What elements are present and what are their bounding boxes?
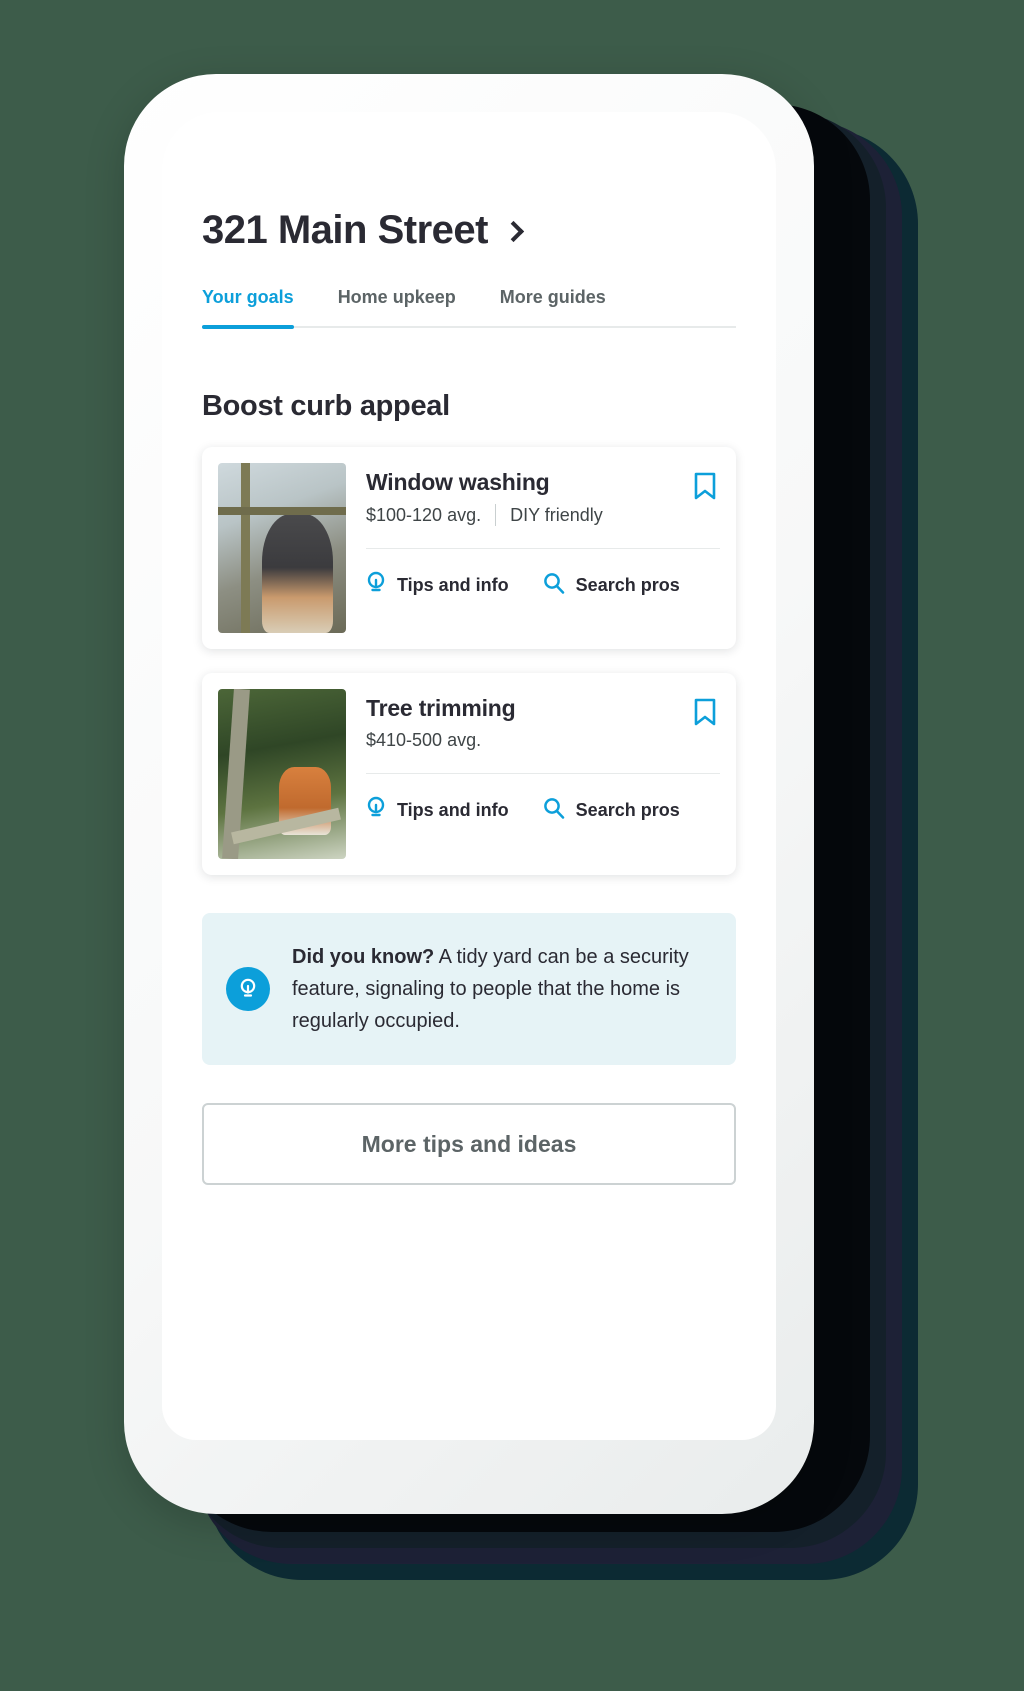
card-thumbnail-tree-trimming (218, 689, 346, 859)
card-actions: Tips and info Search pros (366, 796, 720, 825)
search-pros-label: Search pros (575, 575, 680, 595)
search-pros-button[interactable]: Search pros (543, 572, 680, 599)
search-icon (543, 797, 565, 824)
tab-home-upkeep[interactable]: Home upkeep (338, 287, 456, 326)
tab-more-guides[interactable]: More guides (500, 287, 606, 326)
callout-lead: Did you know? (292, 946, 435, 968)
card-divider (366, 548, 720, 549)
tab-your-goals[interactable]: Your goals (202, 287, 294, 329)
bookmark-icon[interactable] (690, 469, 720, 503)
phone-screen: 321 Main Street Your goals Home upkeep M… (162, 112, 776, 1440)
tips-and-info-button[interactable]: Tips and info (366, 571, 509, 600)
card-meta: $410-500 avg. (366, 730, 516, 751)
search-pros-button[interactable]: Search pros (543, 797, 680, 824)
search-icon (543, 572, 565, 599)
card-price: $100-120 avg. (366, 504, 482, 525)
did-you-know-callout: Did you know? A tidy yard can be a secur… (202, 913, 736, 1065)
card-meta: $100-120 avg. DIY friendly (366, 504, 603, 526)
bookmark-icon[interactable] (690, 695, 720, 729)
meta-divider (495, 504, 497, 526)
card-divider (366, 773, 720, 774)
phone-device-frame: 321 Main Street Your goals Home upkeep M… (124, 74, 814, 1514)
tips-and-info-label: Tips and info (397, 800, 509, 820)
tips-and-info-label: Tips and info (397, 575, 509, 595)
lightbulb-icon (366, 571, 386, 600)
lightbulb-circle-icon (226, 967, 270, 1011)
chevron-right-icon (502, 220, 525, 243)
service-card[interactable]: Window washing $100-120 avg. DIY friendl… (202, 447, 736, 649)
card-actions: Tips and info Search pros (366, 571, 720, 600)
page-header[interactable]: 321 Main Street (202, 112, 736, 253)
service-card[interactable]: Tree trimming $410-500 avg. Tips and inf… (202, 673, 736, 875)
card-title: Window washing (366, 469, 550, 495)
callout-text: Did you know? A tidy yard can be a secur… (292, 941, 706, 1037)
card-price: $410-500 avg. (366, 730, 482, 750)
more-tips-and-ideas-button[interactable]: More tips and ideas (202, 1103, 736, 1185)
page-title: 321 Main Street (202, 208, 488, 252)
search-pros-label: Search pros (575, 800, 680, 820)
lightbulb-icon (366, 796, 386, 825)
tips-and-info-button[interactable]: Tips and info (366, 796, 509, 825)
card-title: Tree trimming (366, 695, 516, 721)
card-tag: DIY friendly (510, 504, 603, 525)
section-title: Boost curb appeal (202, 390, 450, 422)
tab-bar: Your goals Home upkeep More guides (202, 287, 736, 329)
card-thumbnail-window-washing (218, 463, 346, 633)
